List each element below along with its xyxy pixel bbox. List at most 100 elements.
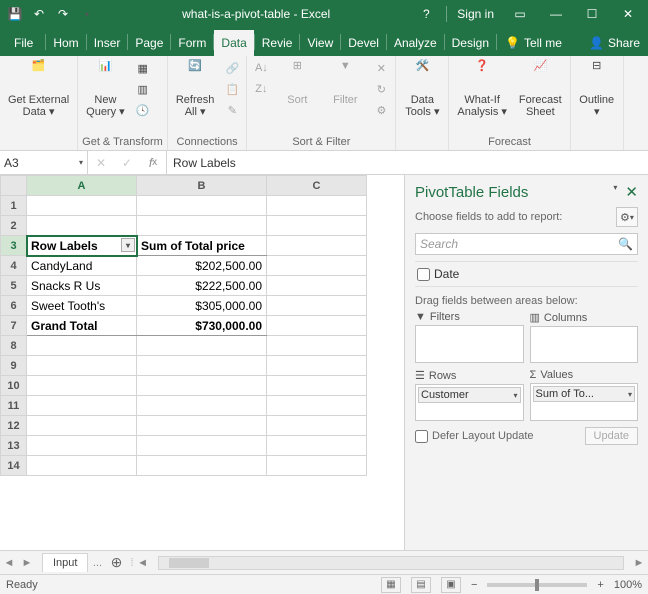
cell-A13[interactable] — [27, 436, 137, 456]
cell-C1[interactable] — [267, 196, 367, 216]
columns-dropzone[interactable] — [530, 326, 639, 363]
tab-insert[interactable]: Inser — [87, 30, 128, 56]
save-icon[interactable]: 💾 — [6, 5, 24, 23]
cell-A12[interactable] — [27, 416, 137, 436]
row-header-5[interactable]: 5 — [1, 276, 27, 296]
view-pagebreak-icon[interactable]: ▣ — [441, 577, 461, 593]
row-header-14[interactable]: 14 — [1, 456, 27, 476]
row-header-6[interactable]: 6 — [1, 296, 27, 316]
share-button[interactable]: 👤 Share — [581, 30, 648, 56]
row-header-11[interactable]: 11 — [1, 396, 27, 416]
pivot-filter-icon[interactable]: ▾ — [121, 238, 135, 252]
show-queries-icon[interactable]: ▦ — [133, 58, 153, 78]
cell-A9[interactable] — [27, 356, 137, 376]
field-item[interactable]: Date — [415, 266, 638, 282]
row-header-12[interactable]: 12 — [1, 416, 27, 436]
recent-sources-icon[interactable]: 🕓 — [133, 100, 153, 120]
help-icon[interactable]: ? — [410, 2, 442, 26]
sheet-nav-next-icon[interactable]: ► — [18, 557, 36, 569]
redo-icon[interactable]: ↷ — [54, 5, 72, 23]
name-box[interactable]: A3 ▾ — [0, 151, 88, 174]
cell-A14[interactable] — [27, 456, 137, 476]
tab-file[interactable]: File — [2, 30, 45, 56]
maximize-icon[interactable]: ☐ — [576, 2, 608, 26]
cell-B8[interactable] — [137, 336, 267, 356]
tell-me[interactable]: 💡 Tell me — [497, 30, 570, 56]
tab-formulas[interactable]: Form — [171, 30, 213, 56]
cell-A4[interactable]: CandyLand — [27, 256, 137, 276]
zoom-slider[interactable] — [487, 583, 587, 587]
data-tools-button[interactable]: 🛠️ Data Tools ▾ — [400, 58, 444, 120]
cell-A1[interactable] — [27, 196, 137, 216]
rows-dropzone[interactable]: Customer▾ — [415, 384, 524, 421]
new-sheet-icon[interactable]: ⊕ — [106, 554, 126, 571]
cell-C13[interactable] — [267, 436, 367, 456]
cell-B2[interactable] — [137, 216, 267, 236]
cell-C11[interactable] — [267, 396, 367, 416]
cell-C14[interactable] — [267, 456, 367, 476]
spreadsheet-grid[interactable]: ABC123Row Labels▾Sum of Total price4Cand… — [0, 175, 404, 550]
cell-C8[interactable] — [267, 336, 367, 356]
insert-function-icon[interactable]: fx — [140, 156, 166, 170]
cell-C2[interactable] — [267, 216, 367, 236]
sheet-more-icon[interactable]: ... — [88, 557, 106, 569]
row-header-13[interactable]: 13 — [1, 436, 27, 456]
cell-B10[interactable] — [137, 376, 267, 396]
from-table-icon[interactable]: ▥ — [133, 79, 153, 99]
hscroll-thumb[interactable] — [169, 558, 209, 568]
cell-B6[interactable]: $305,000.00 — [137, 296, 267, 316]
cell-A6[interactable]: Sweet Tooth's — [27, 296, 137, 316]
row-header-9[interactable]: 9 — [1, 356, 27, 376]
whatif-button[interactable]: ❓ What-If Analysis ▾ — [453, 58, 511, 120]
field-list[interactable]: Date — [415, 261, 638, 287]
sign-in-link[interactable]: Sign in — [451, 7, 500, 21]
hscroll-track[interactable] — [158, 556, 624, 570]
zoom-level[interactable]: 100% — [614, 579, 642, 591]
cell-B9[interactable] — [137, 356, 267, 376]
row-header-10[interactable]: 10 — [1, 376, 27, 396]
cell-C9[interactable] — [267, 356, 367, 376]
cell-A7[interactable]: Grand Total — [27, 316, 137, 336]
pane-menu-icon[interactable]: ▾ — [613, 183, 617, 201]
defer-checkbox[interactable] — [415, 430, 428, 443]
rows-chip[interactable]: Customer▾ — [418, 387, 521, 403]
hscroll-right-icon[interactable]: ► — [630, 557, 648, 569]
undo-icon[interactable]: ↶ — [30, 5, 48, 23]
cell-B13[interactable] — [137, 436, 267, 456]
view-normal-icon[interactable]: ▦ — [381, 577, 401, 593]
row-header-1[interactable]: 1 — [1, 196, 27, 216]
values-dropzone[interactable]: Sum of To...▾ — [530, 383, 639, 421]
col-header-A[interactable]: A — [27, 176, 137, 196]
row-header-4[interactable]: 4 — [1, 256, 27, 276]
cell-B3[interactable]: Sum of Total price — [137, 236, 267, 256]
col-header-C[interactable]: C — [267, 176, 367, 196]
close-icon[interactable]: ✕ — [612, 2, 644, 26]
cell-A10[interactable] — [27, 376, 137, 396]
cell-A11[interactable] — [27, 396, 137, 416]
view-layout-icon[interactable]: ▤ — [411, 577, 431, 593]
tab-home[interactable]: Hom — [46, 30, 85, 56]
filters-dropzone[interactable] — [415, 325, 524, 363]
tab-developer[interactable]: Devel — [341, 30, 386, 56]
tab-design[interactable]: Design — [445, 30, 496, 56]
sheet-nav-prev-icon[interactable]: ◄ — [0, 557, 18, 569]
namebox-arrow-icon[interactable]: ▾ — [79, 158, 83, 167]
zoom-out-icon[interactable]: − — [471, 579, 477, 591]
cell-A8[interactable] — [27, 336, 137, 356]
field-checkbox[interactable] — [417, 268, 430, 281]
tab-page[interactable]: Page — [128, 30, 170, 56]
cell-C12[interactable] — [267, 416, 367, 436]
row-header-7[interactable]: 7 — [1, 316, 27, 336]
formula-input[interactable]: Row Labels — [167, 151, 648, 174]
tab-analyze[interactable]: Analyze — [387, 30, 444, 56]
cell-B1[interactable] — [137, 196, 267, 216]
cell-C10[interactable] — [267, 376, 367, 396]
row-header-2[interactable]: 2 — [1, 216, 27, 236]
cell-B12[interactable] — [137, 416, 267, 436]
outline-button[interactable]: ⊟ Outline ▾ — [575, 58, 619, 120]
cell-B14[interactable] — [137, 456, 267, 476]
sheet-tab-active[interactable]: Input — [42, 553, 88, 572]
fields-settings-icon[interactable]: ⚙ ▾ — [616, 207, 638, 227]
new-query-button[interactable]: 📊 New Query ▾ — [82, 58, 129, 120]
values-chip[interactable]: Sum of To...▾ — [533, 386, 636, 402]
